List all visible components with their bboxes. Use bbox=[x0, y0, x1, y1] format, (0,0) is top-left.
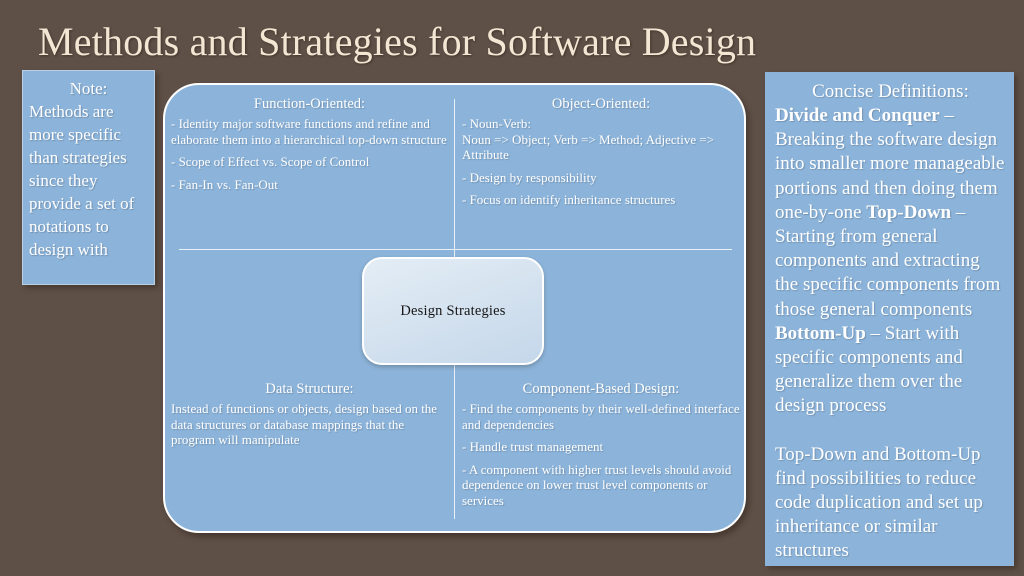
bullet-item: - Find the components by their well-defi… bbox=[462, 401, 740, 432]
quadrant-heading-component-based-design: Component-Based Design: bbox=[522, 381, 680, 397]
bullet-item: - Scope of Effect vs. Scope of Control bbox=[171, 154, 370, 169]
bullet-item: - Noun-Verb: Noun => Object; Verb => Met… bbox=[462, 116, 715, 162]
slide-canvas: Methods and Strategies for Software Desi… bbox=[0, 0, 1024, 576]
bullet-item: - Fan-In vs. Fan-Out bbox=[171, 176, 278, 192]
definition-text: Starting from general components and ext… bbox=[775, 226, 1001, 320]
definition-dash: – bbox=[865, 322, 885, 344]
quadrant-data-structure: Data Structure: Instead of functions or … bbox=[165, 370, 454, 533]
definition-term: Top-Down bbox=[866, 201, 952, 223]
bullet-item: Instead of functions or objects, design … bbox=[171, 401, 438, 447]
bullet-item: - Design by responsibility bbox=[462, 169, 597, 185]
quadrant-heading-data-structure: Data Structure: bbox=[265, 381, 354, 397]
definition-term: Bottom-Up bbox=[775, 322, 866, 344]
definition-dash: – bbox=[939, 105, 954, 126]
center-hub-design-strategies: Design Strategies bbox=[362, 257, 544, 365]
bullet-item: - Focus on identify inheritance structur… bbox=[462, 192, 676, 207]
note-box: Note: Methods are more specific than stra… bbox=[22, 70, 155, 285]
page-title: Methods and Strategies for Software Desi… bbox=[38, 19, 757, 64]
quadrant-body-component-based-design: - Find the components by their well-defi… bbox=[462, 401, 740, 508]
quadrant-function-oriented: Function-Oriented: - Identity major soft… bbox=[165, 85, 454, 251]
quadrant-object-oriented: Object-Oriented: - Noun-Verb: Noun => Ob… bbox=[456, 85, 746, 251]
bullet-item: - A component with higher trust levels s… bbox=[462, 461, 732, 508]
note-body: Methods are more specific than strategie… bbox=[29, 102, 135, 259]
bullet-item: - Handle trust management bbox=[462, 439, 604, 454]
definitions-closing: Top-Down and Bottom-Up find possibilitie… bbox=[775, 443, 983, 562]
note-text-block: Note: Methods are more specific than stra… bbox=[29, 77, 148, 261]
quadrant-body-function-oriented: - Identity major software functions and … bbox=[171, 116, 448, 192]
center-hub-label: Design Strategies bbox=[400, 302, 506, 319]
definition-term: Divide and Conquer bbox=[775, 105, 940, 126]
quadrant-heading-function-oriented: Function-Oriented: bbox=[253, 96, 366, 112]
definitions-heading: Concise Definitions: bbox=[812, 81, 969, 102]
definition-dash: – bbox=[951, 201, 966, 223]
definitions-body: Divide and Conquer – Breaking the softwa… bbox=[775, 105, 1006, 561]
bullet-item: - Identity major software functions and … bbox=[171, 116, 447, 147]
quadrant-body-data-structure: Instead of functions or objects, design … bbox=[171, 401, 448, 448]
note-heading: Note: bbox=[69, 79, 108, 98]
concise-definitions-panel: Concise Definitions: Divide and Conquer … bbox=[765, 72, 1014, 566]
quadrant-component-based-design: Component-Based Design: - Find the compo… bbox=[456, 370, 746, 533]
quadrant-body-object-oriented: - Noun-Verb: Noun => Object; Verb => Met… bbox=[462, 116, 740, 208]
quadrant-heading-object-oriented: Object-Oriented: bbox=[551, 96, 651, 112]
